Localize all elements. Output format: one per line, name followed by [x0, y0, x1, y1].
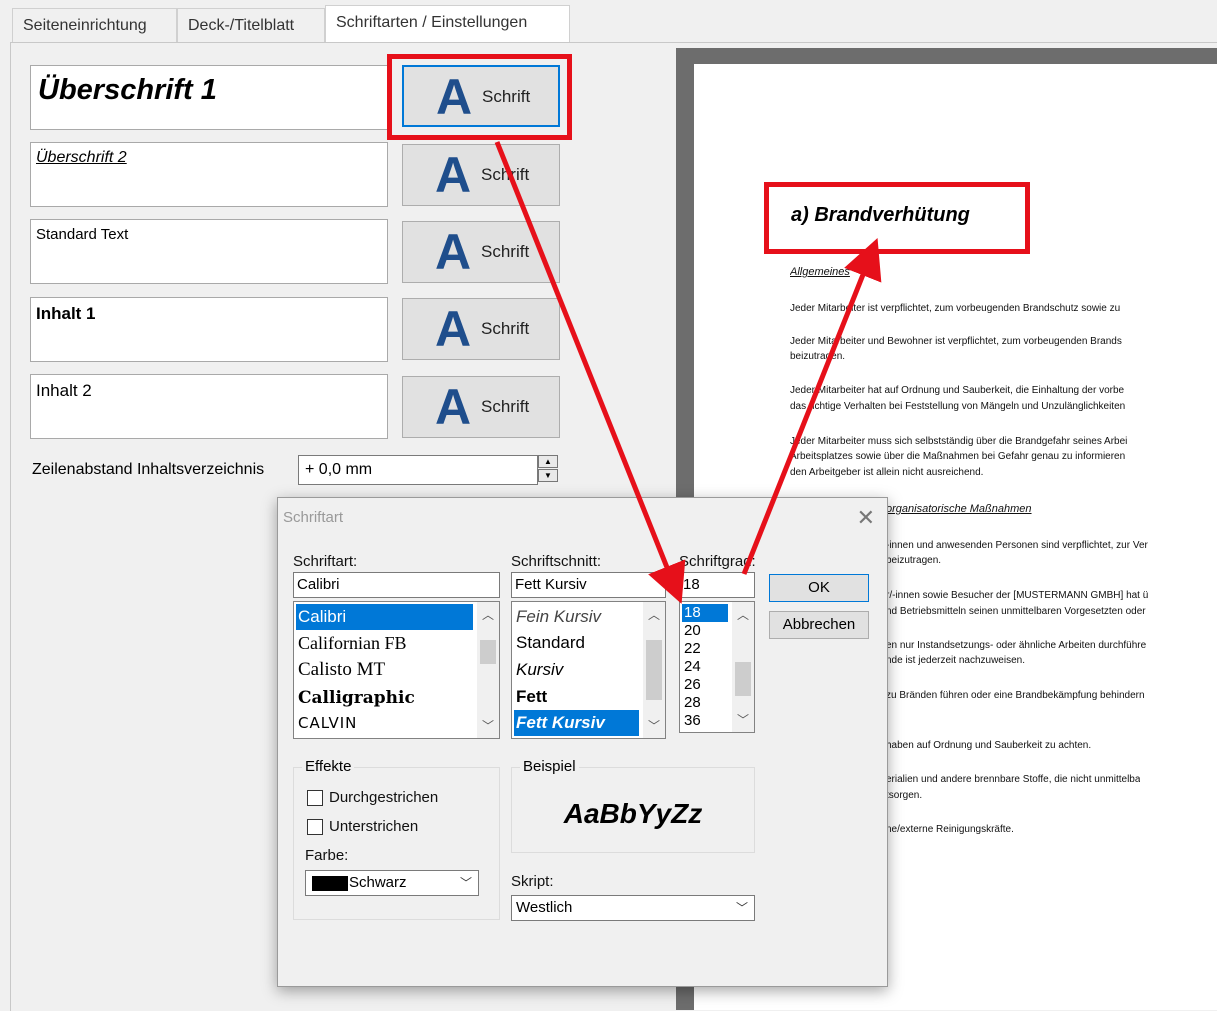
- arrow-to-preview-heading: [741, 238, 882, 575]
- arrow-to-size-field: [494, 141, 686, 604]
- annotation-arrows: [494, 141, 882, 604]
